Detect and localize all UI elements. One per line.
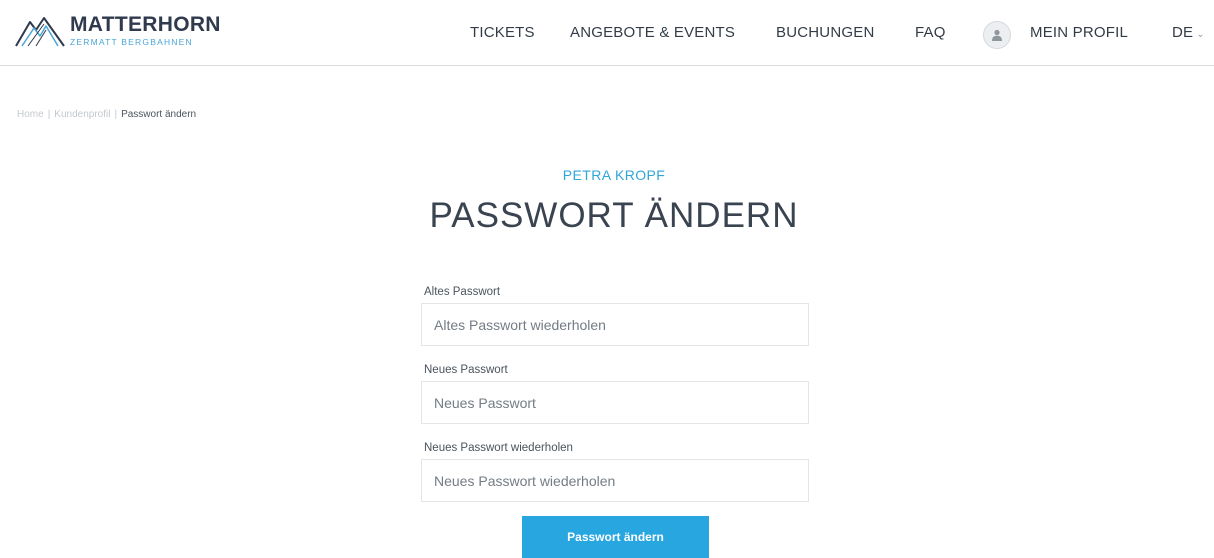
brand-logo[interactable]: MATTERHORN ZERMATT BERGBAHNEN	[14, 14, 221, 48]
user-name: PETRA KROPF	[562, 167, 666, 183]
breadcrumb-separator: |	[47, 109, 51, 120]
old-password-field[interactable]	[421, 303, 809, 346]
old-password-label: Altes Passwort	[424, 286, 501, 298]
breadcrumb-home[interactable]: Home	[17, 109, 44, 120]
page-title: PASSWORT ÄNDERN	[429, 196, 799, 235]
site-header: MATTERHORN ZERMATT BERGBAHNEN TICKETS AN…	[0, 0, 1214, 66]
nav-tickets[interactable]: TICKETS	[470, 24, 535, 41]
nav-angebote-events[interactable]: ANGEBOTE & EVENTS	[570, 24, 735, 41]
nav-mein-profil[interactable]: MEIN PROFIL	[1030, 24, 1128, 41]
breadcrumb-kundenprofil[interactable]: Kundenprofil	[54, 109, 110, 120]
language-selector[interactable]: DE ⌄	[1172, 24, 1205, 41]
brand-tagline: ZERMATT BERGBAHNEN	[70, 37, 193, 47]
nav-faq[interactable]: FAQ	[915, 24, 946, 41]
new-password-field[interactable]	[421, 381, 809, 424]
new-password-label: Neues Passwort	[424, 364, 508, 376]
breadcrumb: Home | Kundenprofil | Passwort ändern	[17, 109, 196, 120]
language-label: DE	[1172, 24, 1194, 41]
brand-name: MATTERHORN	[70, 13, 221, 36]
user-icon[interactable]	[983, 21, 1011, 49]
repeat-password-label: Neues Passwort wiederholen	[424, 442, 573, 454]
chevron-down-icon: ⌄	[1196, 29, 1205, 40]
user-silhouette-icon	[992, 29, 1002, 41]
breadcrumb-separator: |	[114, 109, 118, 120]
breadcrumb-current: Passwort ändern	[121, 109, 197, 120]
repeat-password-field[interactable]	[421, 459, 809, 502]
nav-buchungen[interactable]: BUCHUNGEN	[776, 24, 874, 41]
mountain-logo-icon	[15, 17, 65, 47]
change-password-button[interactable]: Passwort ändern	[522, 516, 709, 558]
